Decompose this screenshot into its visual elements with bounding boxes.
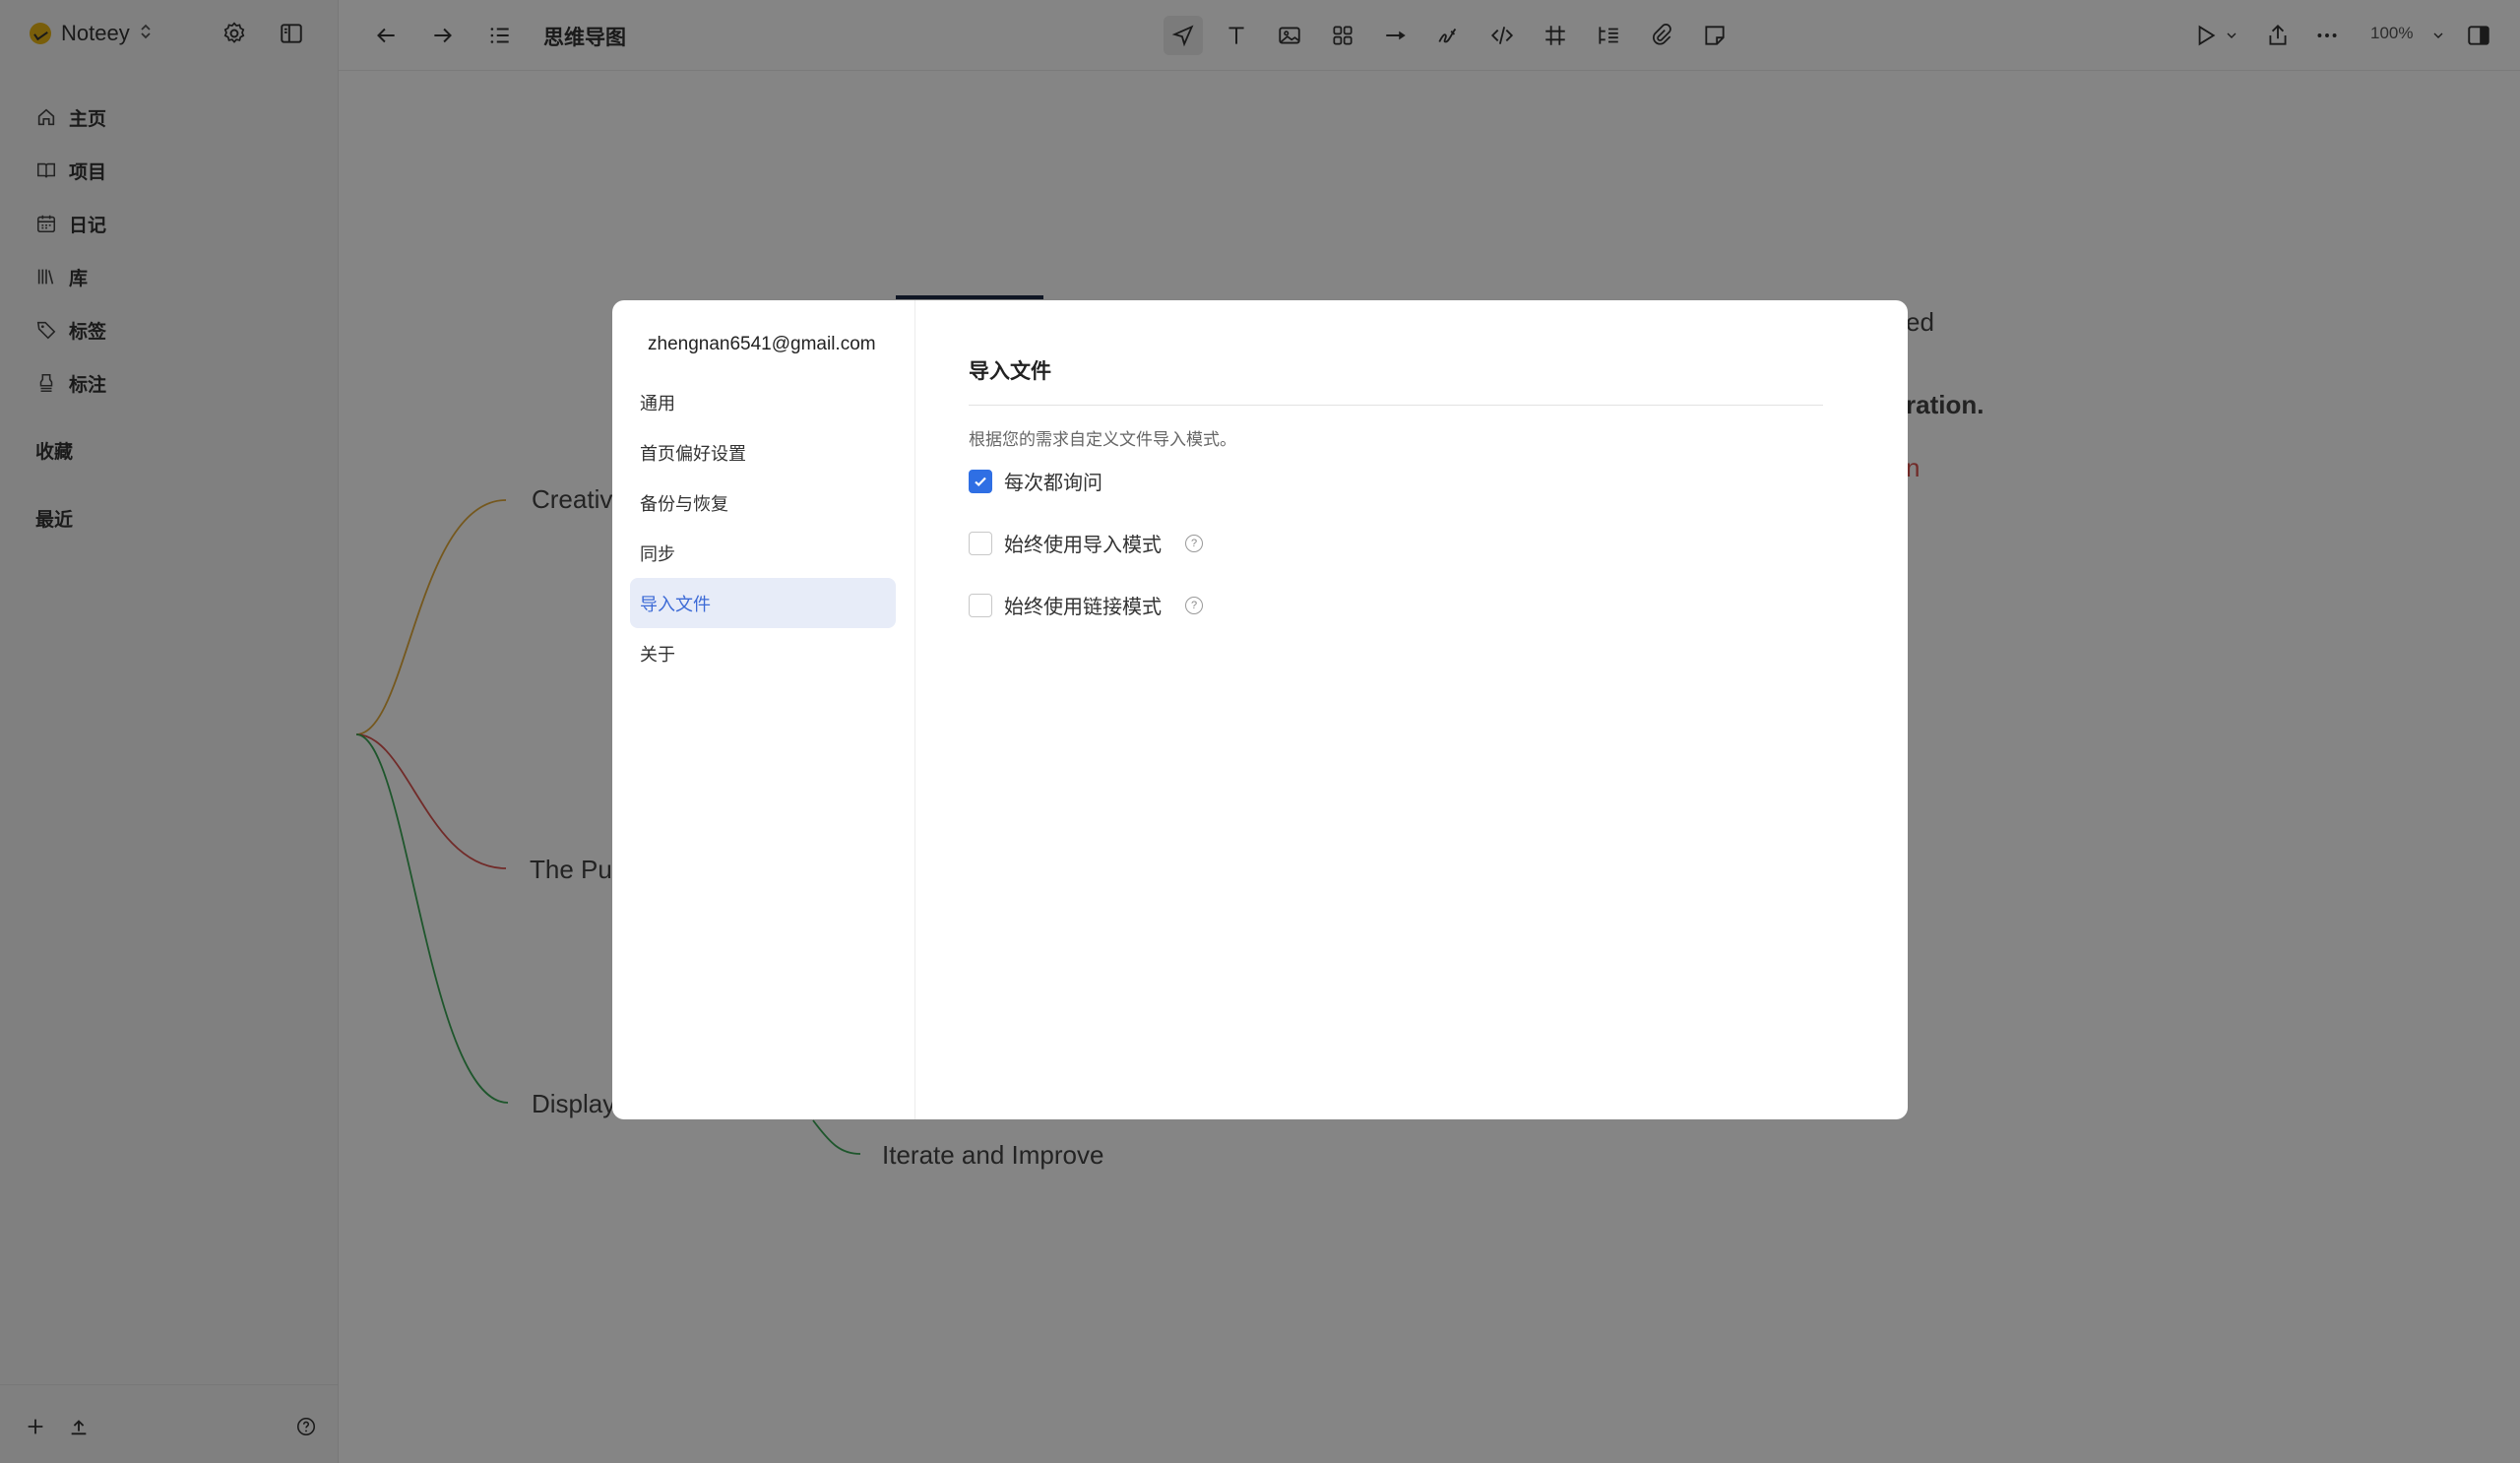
always-import-mode-checkbox[interactable] bbox=[969, 531, 992, 555]
settings-menu: 通用 首页偏好设置 备份与恢复 同步 导入文件 关于 bbox=[630, 377, 896, 678]
help-question-icon[interactable]: ? bbox=[1185, 534, 1203, 552]
settings-item-home-preferences[interactable]: 首页偏好设置 bbox=[630, 427, 896, 477]
account-email: zhengnan6541@gmail.com bbox=[648, 334, 876, 354]
option-always-link-mode[interactable]: 始终使用链接模式 ? bbox=[969, 574, 1823, 636]
option-label: 始终使用导入模式 bbox=[1004, 535, 1162, 556]
help-question-icon[interactable]: ? bbox=[1185, 596, 1203, 614]
settings-dialog: zhengnan6541@gmail.com 通用 首页偏好设置 备份与恢复 同… bbox=[612, 300, 1908, 1119]
pane-title: 导入文件 bbox=[969, 355, 1823, 406]
settings-sidebar: zhengnan6541@gmail.com 通用 首页偏好设置 备份与恢复 同… bbox=[612, 300, 915, 1119]
option-always-ask[interactable]: 每次都询问 bbox=[969, 450, 1823, 512]
option-always-import-mode[interactable]: 始终使用导入模式 ? bbox=[969, 512, 1823, 574]
settings-item-about[interactable]: 关于 bbox=[630, 628, 896, 678]
settings-item-backup-restore[interactable]: 备份与恢复 bbox=[630, 477, 896, 528]
pane-description: 根据您的需求自定义文件导入模式。 bbox=[969, 430, 1236, 449]
always-ask-checkbox[interactable] bbox=[969, 469, 992, 493]
settings-item-sync[interactable]: 同步 bbox=[630, 528, 896, 578]
import-settings-pane: 导入文件 根据您的需求自定义文件导入模式。 每次都询问 始终使用导入模式 ? 始… bbox=[969, 355, 1823, 636]
option-label: 每次都询问 bbox=[1004, 473, 1102, 494]
always-link-mode-checkbox[interactable] bbox=[969, 593, 992, 617]
checkmark-icon bbox=[975, 477, 986, 486]
settings-item-import-files[interactable]: 导入文件 bbox=[630, 578, 896, 628]
settings-item-general[interactable]: 通用 bbox=[630, 377, 896, 427]
option-label: 始终使用链接模式 bbox=[1004, 597, 1162, 618]
